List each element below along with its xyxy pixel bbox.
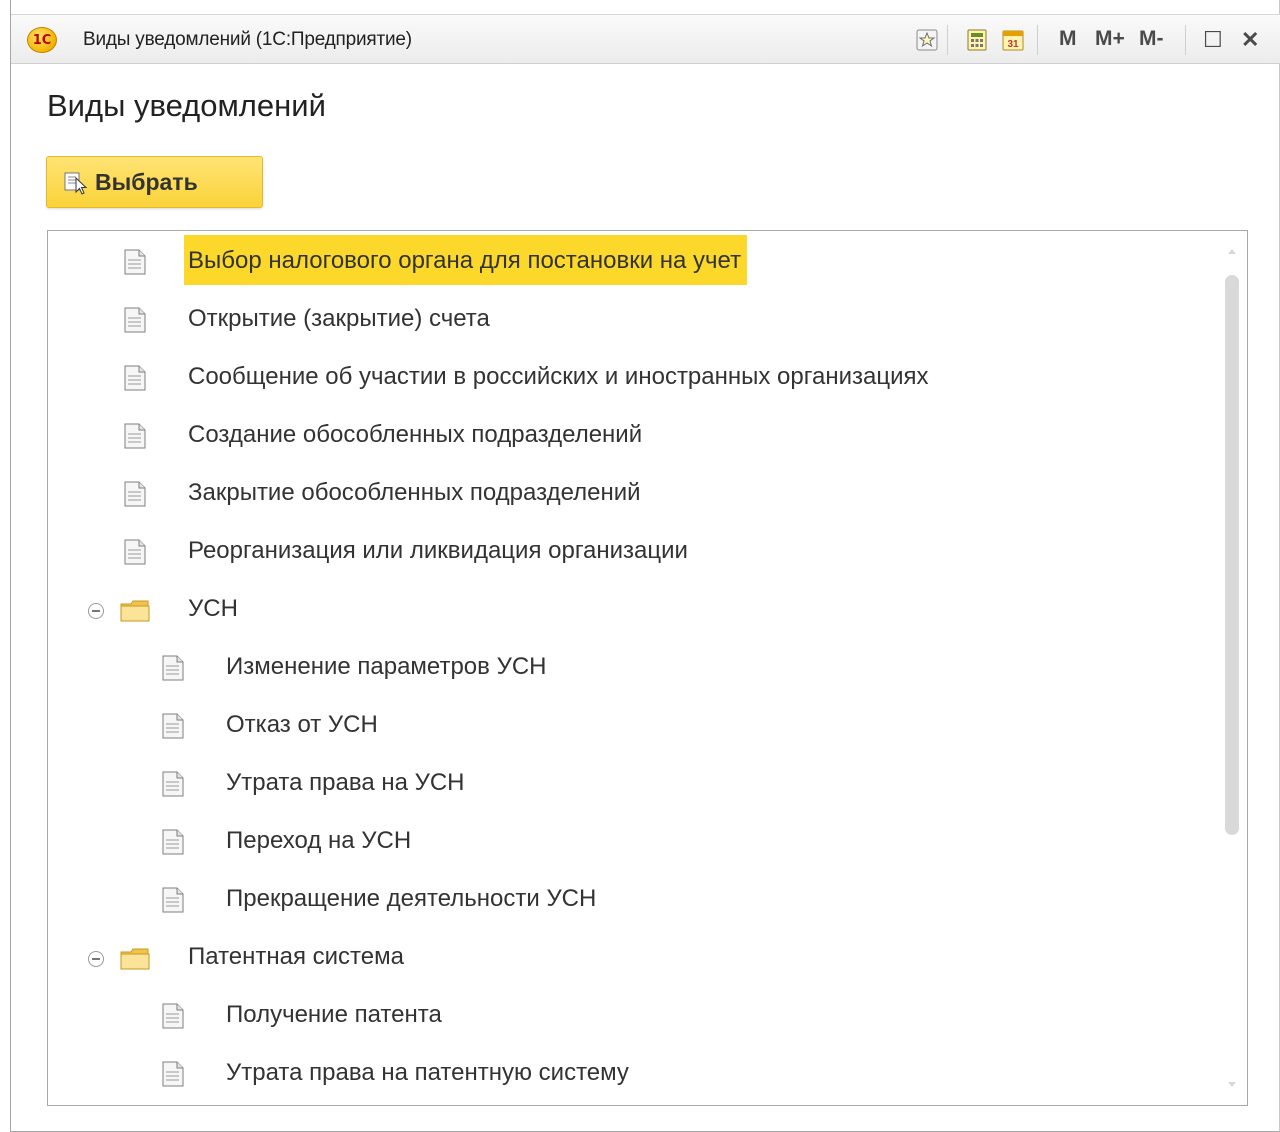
tree-item-label: Выбор налогового органа для постановки н…: [184, 235, 748, 285]
close-icon[interactable]: ✕: [1241, 27, 1259, 53]
tree-group-label: УСН: [188, 595, 238, 622]
document-icon: [124, 481, 146, 507]
tree-item-row[interactable]: Прекращение деятельности УСН: [48, 871, 1218, 929]
tree-item-label: Изменение параметров УСН: [226, 653, 547, 680]
folder-icon: [120, 600, 150, 622]
calendar-day: 31: [1007, 39, 1019, 50]
memory-plus-button[interactable]: M+: [1095, 27, 1125, 51]
tree-item-row[interactable]: Переход на УСН: [48, 813, 1218, 871]
document-icon: [124, 307, 146, 333]
toolbar-separator: [947, 25, 948, 55]
scroll-thumb[interactable]: [1225, 275, 1239, 835]
document-icon: [162, 887, 184, 913]
document-icon: [124, 423, 146, 449]
notification-types-tree[interactable]: Выбор налогового органа для постановки н…: [47, 230, 1248, 1106]
tree-item-row[interactable]: Отказ от УСН: [48, 697, 1218, 755]
tree-item-label: Реорганизация или ликвидация организации: [188, 537, 688, 564]
memory-minus-button[interactable]: M-: [1139, 27, 1164, 51]
tree-item-label: Получение патента: [226, 1001, 442, 1028]
document-icon: [124, 539, 146, 565]
tree-item-label: Сообщение об участии в российских и инос…: [188, 363, 929, 390]
collapse-toggle-icon[interactable]: [88, 603, 104, 619]
document-icon: [162, 1003, 184, 1029]
calculator-icon[interactable]: [965, 28, 989, 52]
tree-item-row[interactable]: Получение патента: [48, 987, 1218, 1045]
vertical-scrollbar[interactable]: [1217, 231, 1247, 1105]
tree-item-label: Прекращение деятельности УСН: [226, 885, 597, 912]
title-bar: 1С Виды уведомлений (1С:Предприятие) 31: [11, 14, 1280, 64]
tree-group-row[interactable]: УСН: [48, 581, 1218, 639]
tree-item-label: Утрата права на УСН: [226, 769, 465, 796]
document-icon: [162, 655, 184, 681]
maximize-icon[interactable]: ☐: [1203, 27, 1223, 53]
tree-item-row[interactable]: Изменение параметров УСН: [48, 639, 1218, 697]
select-cursor-icon: [64, 172, 88, 195]
app-window: 1С Виды уведомлений (1С:Предприятие) 31: [10, 0, 1280, 1132]
document-icon: [162, 1061, 184, 1087]
document-icon: [124, 249, 146, 275]
select-button-label: Выбрать: [95, 168, 198, 195]
toolbar-separator: [1037, 25, 1038, 55]
tree-item-row[interactable]: Сообщение об участии в российских и инос…: [48, 349, 1218, 407]
tree-item-label: Закрытие обособленных подразделений: [188, 479, 641, 506]
document-icon: [162, 829, 184, 855]
tree-item-label: Создание обособленных подразделений: [188, 421, 643, 448]
memory-m-button[interactable]: M: [1059, 27, 1077, 51]
document-icon: [162, 713, 184, 739]
tree-item-row[interactable]: Выбор налогового органа для постановки н…: [48, 233, 1218, 291]
tree-item-label: Открытие (закрытие) счета: [188, 305, 490, 332]
document-icon: [162, 771, 184, 797]
app-logo-icon[interactable]: 1С: [27, 27, 57, 53]
toolbar-separator: [1185, 25, 1186, 55]
tree-item-row[interactable]: Открытие (закрытие) счета: [48, 291, 1218, 349]
tree-item-row[interactable]: Закрытие обособленных подразделений: [48, 465, 1218, 523]
window-title: Виды уведомлений (1С:Предприятие): [83, 29, 412, 50]
tree-item-row[interactable]: Утрата права на патентную систему: [48, 1045, 1218, 1103]
page-title: Виды уведомлений: [47, 88, 326, 123]
tree-item-row[interactable]: Создание обособленных подразделений: [48, 407, 1218, 465]
document-icon: [124, 365, 146, 391]
tree-group-label: Патентная система: [188, 943, 404, 970]
collapse-toggle-icon[interactable]: [88, 951, 104, 967]
tree-item-row[interactable]: Реорганизация или ликвидация организации: [48, 523, 1218, 581]
tree-item-label: Переход на УСН: [226, 827, 412, 854]
folder-icon: [120, 948, 150, 970]
select-button[interactable]: Выбрать: [46, 156, 263, 208]
tree-item-row[interactable]: Утрата права на УСН: [48, 755, 1218, 813]
tree-item-label: Утрата права на патентную систему: [226, 1059, 629, 1086]
scroll-down-icon[interactable]: [1228, 1082, 1236, 1087]
tree-group-row[interactable]: Патентная система: [48, 929, 1218, 987]
calendar-icon[interactable]: 31: [1001, 28, 1025, 52]
scroll-up-icon[interactable]: [1228, 249, 1236, 254]
favorites-star-icon[interactable]: [915, 28, 939, 52]
tree-item-label: Отказ от УСН: [226, 711, 378, 738]
